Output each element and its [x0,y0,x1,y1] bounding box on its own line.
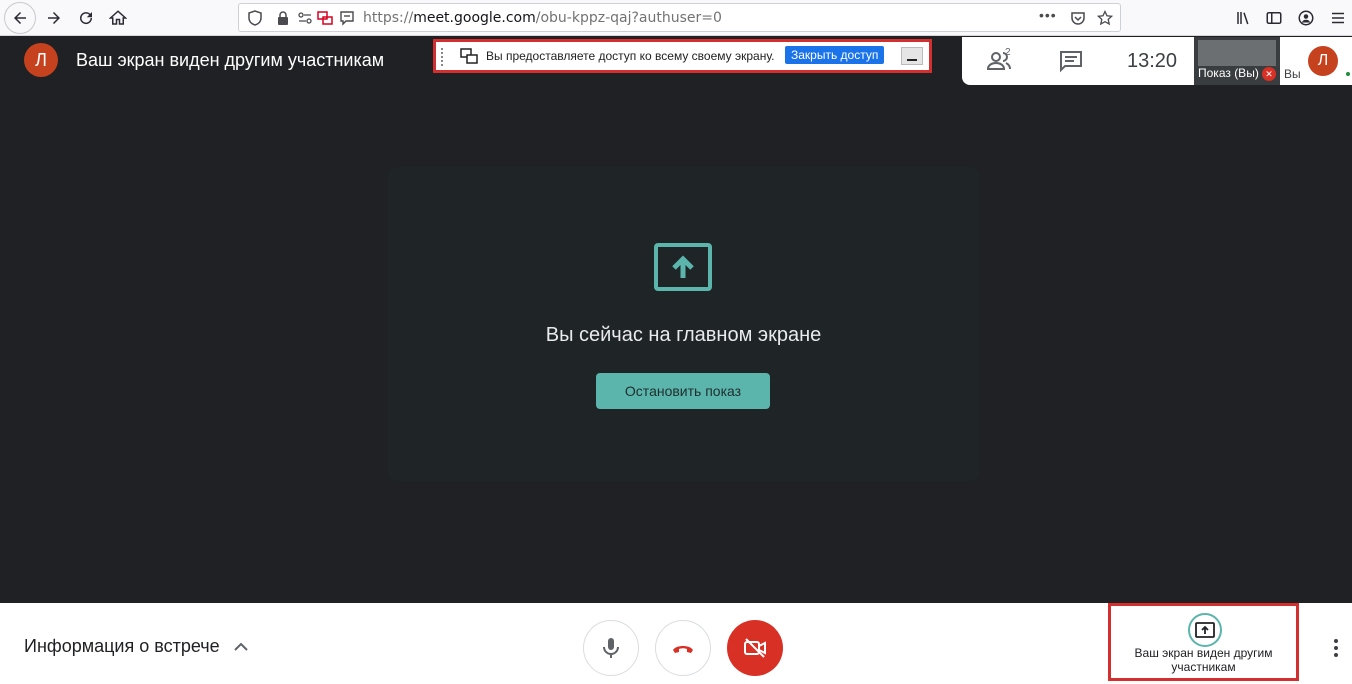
presenting-indicator-button[interactable]: Ваш экран виден другим участникам [1108,603,1299,681]
bookmark-star-icon[interactable] [1097,10,1113,26]
reload-button[interactable] [72,4,100,32]
chevron-up-icon[interactable] [232,639,250,653]
more-vert-icon [1334,639,1338,643]
self-preview-label: Показ (Вы) [1198,66,1259,80]
microphone-button[interactable] [583,620,639,676]
account-button[interactable] [1292,4,1320,32]
back-button[interactable] [4,2,36,34]
present-screen-icon [1188,613,1222,647]
home-icon [109,10,127,25]
hamburger-icon [1332,12,1344,24]
presenting-indicator-label: Ваш экран виден другим участникам [1134,646,1273,674]
chat-button[interactable] [1058,49,1084,73]
minimize-banner-button[interactable] [901,47,923,65]
more-options-button[interactable] [1326,638,1346,658]
presenting-title: Ваш экран виден другим участникам [76,50,385,70]
stop-sharing-button[interactable]: Закрыть доступ [785,46,885,64]
self-avatar[interactable]: Л [1308,46,1338,76]
self-preview-tile[interactable]: Показ (Вы) ✕ [1194,37,1280,85]
screen-share-icon [460,47,478,65]
shield-icon[interactable] [247,10,263,26]
presenter-avatar: Л [24,43,58,77]
notification-icon[interactable] [339,10,355,26]
library-icon [1237,12,1249,25]
url-text[interactable]: https://meet.google.com/obu-kppz-qaj?aut… [363,10,722,26]
presenting-card: Вы сейчас на главном экране Остановить п… [388,167,979,481]
arrow-left-icon [14,12,26,24]
sidebar-icon [1266,12,1282,24]
present-screen-icon [653,242,713,292]
permissions-icon[interactable] [297,10,313,26]
chat-icon [1060,51,1082,73]
drag-handle[interactable] [441,48,444,66]
arrow-right-icon [48,12,60,24]
library-button[interactable] [1230,4,1258,32]
screen-preview [1198,40,1276,66]
sidebar-button[interactable] [1260,4,1288,32]
meeting-top-panel: 2 13:20 Показ (Вы) ✕ Вы Л [962,37,1352,85]
home-button[interactable] [104,4,132,32]
page-actions-button[interactable]: ••• [1039,7,1057,23]
meeting-details-button[interactable]: Информация о встрече [24,636,220,657]
stop-presenting-button[interactable]: Остановить показ [596,373,770,409]
online-status-dot [1346,72,1350,76]
camera-off-icon [744,638,766,658]
minimize-icon [907,59,917,61]
reload-icon [80,12,93,25]
participants-count: 2 [1005,47,1011,58]
screen-sharing-banner: Вы предоставляете доступ ко всему своему… [433,39,932,73]
forward-button[interactable] [40,4,68,32]
end-call-button[interactable] [655,620,711,676]
url-bar[interactable]: https://meet.google.com/obu-kppz-qaj?aut… [238,3,1121,32]
browser-toolbar: https://meet.google.com/obu-kppz-qaj?aut… [0,0,1352,36]
self-tile-label: Вы [1284,67,1301,81]
lock-icon[interactable] [275,10,291,26]
account-icon [1298,10,1314,26]
sharing-notice-text: Вы предоставляете доступ ко всему своему… [486,49,775,63]
hang-up-icon [673,646,693,653]
pocket-icon[interactable] [1070,10,1086,26]
camera-button[interactable] [727,620,783,676]
clock-time: 13:20 [1127,50,1178,72]
menu-button[interactable] [1324,4,1352,32]
screen-share-indicator-icon[interactable] [317,10,333,26]
presenting-status-text: Вы сейчас на главном экране [545,324,822,346]
muted-icon: ✕ [1262,67,1276,81]
microphone-icon [603,638,619,658]
bottom-control-bar: Информация о встрече Ваш экран виден дру… [0,603,1352,684]
